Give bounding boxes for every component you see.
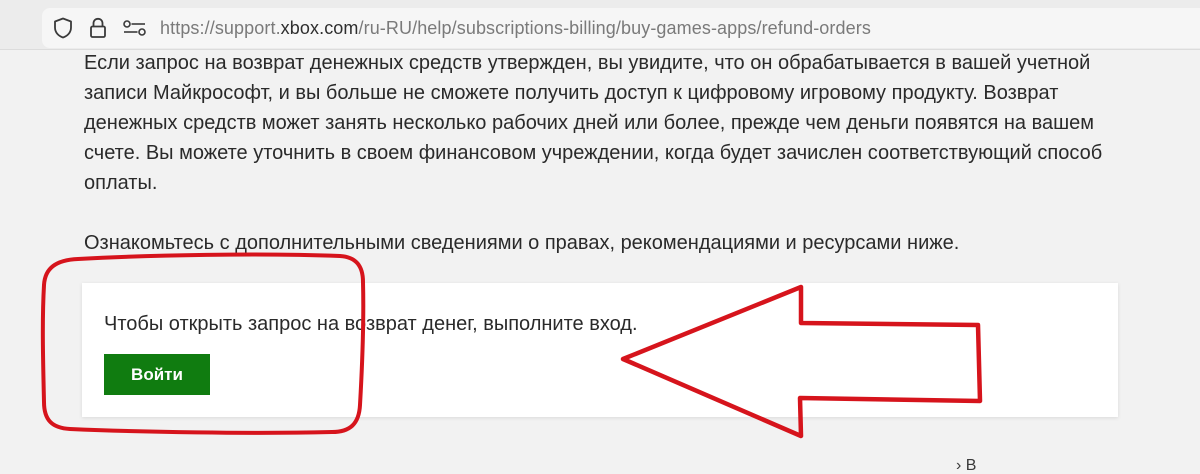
corner-link[interactable]: › В [956, 458, 976, 474]
browser-address-bar: https://support.xbox.com/ru-RU/help/subs… [0, 0, 1200, 50]
url-text[interactable]: https://support.xbox.com/ru-RU/help/subs… [160, 8, 871, 48]
url-domain: xbox.com [280, 18, 359, 38]
signin-card: Чтобы открыть запрос на возврат денег, в… [82, 283, 1118, 417]
shield-icon[interactable] [50, 8, 76, 48]
url-path: /ru-RU/help/subscriptions-billing/buy-ga… [358, 18, 871, 38]
more-info-paragraph: Ознакомьтесь с дополнительными сведениям… [84, 232, 960, 254]
refund-approved-paragraph: Если запрос на возврат денежных средств … [84, 52, 1103, 194]
signin-prompt-text: Чтобы открыть запрос на возврат денег, в… [104, 313, 638, 335]
signin-button[interactable]: Войти [104, 354, 210, 395]
site-permissions-icon[interactable] [120, 8, 150, 48]
address-field[interactable]: https://support.xbox.com/ru-RU/help/subs… [42, 8, 1200, 48]
url-prefix: https://support. [160, 18, 281, 38]
lock-icon[interactable] [86, 8, 110, 48]
